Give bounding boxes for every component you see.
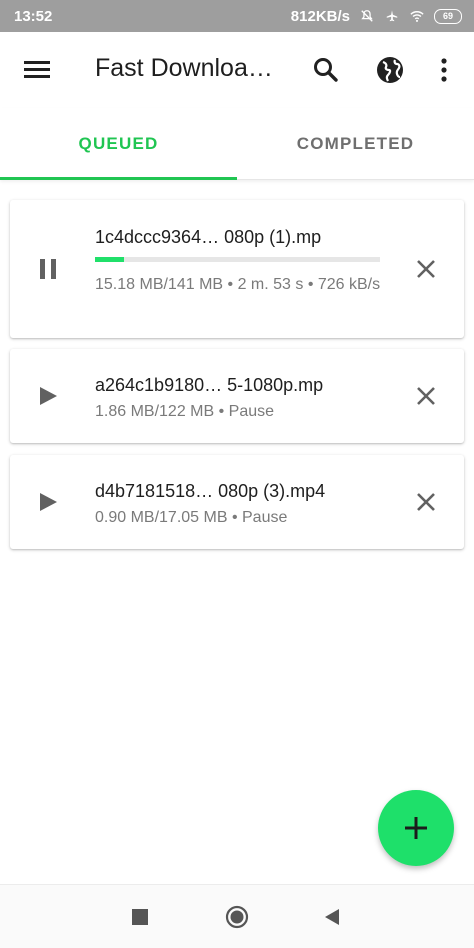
- play-icon[interactable]: [36, 384, 60, 408]
- download-progress-bar: [95, 257, 380, 262]
- close-icon[interactable]: [410, 253, 442, 285]
- tab-bar: QUEUED COMPLETED: [0, 108, 474, 180]
- download-meta: 1.86 MB/122 MB • Pause: [95, 403, 275, 420]
- more-vert-icon[interactable]: [428, 52, 460, 88]
- search-icon[interactable]: [308, 52, 344, 88]
- tab-queued[interactable]: QUEUED: [0, 108, 237, 179]
- close-icon[interactable]: [410, 380, 442, 412]
- globe-icon[interactable]: [372, 52, 408, 88]
- download-name: d4b7181518… 080p (3).mp4: [95, 481, 326, 501]
- recents-square-icon[interactable]: [128, 905, 152, 929]
- home-circle-icon[interactable]: [225, 905, 249, 929]
- app-bar: Fast Downloa…: [0, 32, 474, 108]
- battery-icon: 69: [434, 8, 462, 24]
- play-icon[interactable]: [36, 490, 60, 514]
- wifi-icon: [410, 11, 424, 22]
- network-speed: 812KB/s: [290, 7, 350, 25]
- download-item[interactable]: a264c1b9180… 5-1080p.mp 1.86 MB/122 MB •…: [10, 349, 464, 443]
- status-time: 13:52: [14, 7, 53, 25]
- download-item[interactable]: 1c4dccc9364… 080p (1).mp 15.18 MB/141 MB…: [10, 200, 464, 338]
- app-title: Fast Downloa…: [95, 54, 273, 82]
- tab-indicator: [0, 177, 237, 180]
- system-nav-bar: [0, 884, 474, 948]
- mute-icon: [361, 10, 373, 22]
- status-icons: 812KB/s 69: [291, 8, 462, 25]
- airplane-icon: [386, 10, 398, 22]
- download-item[interactable]: d4b7181518… 080p (3).mp4 0.90 MB/17.05 M…: [10, 455, 464, 549]
- download-name: a264c1b9180… 5-1080p.mp: [95, 375, 324, 395]
- back-triangle-icon[interactable]: [320, 905, 344, 929]
- download-name: 1c4dccc9364… 080p (1).mp: [95, 227, 322, 247]
- close-icon[interactable]: [410, 486, 442, 518]
- pause-icon[interactable]: [36, 257, 60, 281]
- add-download-button[interactable]: [378, 790, 454, 866]
- download-meta: 0.90 MB/17.05 MB • Pause: [95, 509, 288, 526]
- tab-completed[interactable]: COMPLETED: [237, 108, 474, 179]
- menu-icon[interactable]: [20, 54, 54, 84]
- download-meta: 15.18 MB/141 MB • 2 m. 53 s • 726 kB/s: [95, 276, 381, 293]
- status-bar: 13:52 812KB/s 69: [0, 0, 474, 32]
- download-progress-fill: [95, 257, 124, 262]
- plus-icon: [405, 817, 427, 839]
